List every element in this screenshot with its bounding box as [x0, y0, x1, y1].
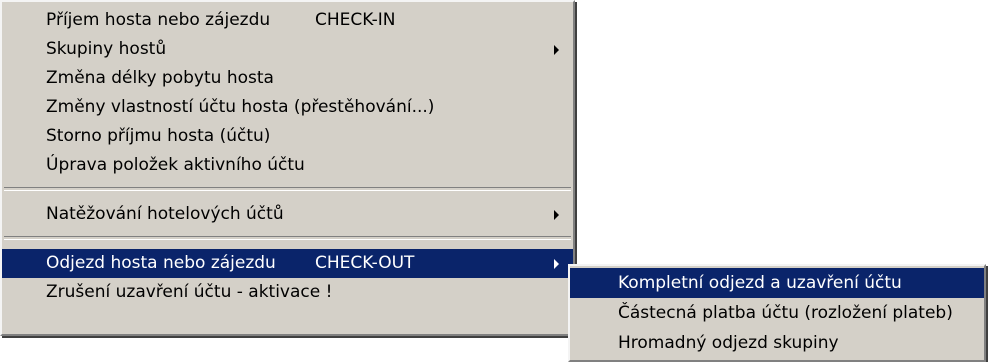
menu-item-change-stay-length[interactable]: Změna délky pobytu hosta — [2, 64, 573, 93]
menu-item-label: Zrušení uzavření účtu - aktivace ! — [46, 282, 333, 302]
menu-item-label: Hromadný odjezd skupiny — [618, 333, 839, 353]
menu-item-change-account-properties[interactable]: Změny vlastností účtu hosta (přestěhován… — [2, 93, 573, 122]
menu-item-label: Částecná platba účtu (rozložení plateb) — [618, 303, 953, 323]
menu-item-label: Skupiny hostů — [46, 39, 167, 59]
menu-item-guest-groups[interactable]: Skupiny hostů — [2, 35, 573, 64]
submenu-arrow-icon — [554, 210, 559, 220]
menu-item-edit-account-items[interactable]: Úprava položek aktivního účtu — [2, 151, 573, 180]
submenu-item-group-checkout[interactable]: Hromadný odjezd skupiny — [570, 328, 984, 358]
menu-item-label: Natěžování hotelových účtů — [46, 204, 284, 224]
submenu-arrow-icon — [554, 259, 559, 269]
screen: Příjem hosta nebo zájezdu CHECK-IN Skupi… — [0, 0, 992, 362]
context-menu: Příjem hosta nebo zájezdu CHECK-IN Skupi… — [0, 0, 575, 336]
menu-item-label: Kompletní odjezd a uzavření účtu — [618, 273, 902, 293]
menu-separator — [4, 236, 571, 240]
menu-item-label: Změna délky pobytu hosta — [46, 68, 274, 88]
submenu-item-full-checkout[interactable]: Kompletní odjezd a uzavření účtu — [570, 268, 984, 298]
menu-item-label: Příjem hosta nebo zájezdu — [46, 10, 271, 30]
menu-item-accelerator: CHECK-OUT — [315, 253, 415, 273]
menu-item-checkin[interactable]: Příjem hosta nebo zájezdu CHECK-IN — [2, 6, 573, 35]
menu-separator — [4, 187, 571, 191]
menu-item-cancel-checkin[interactable]: Storno příjmu hosta (účtu) — [2, 122, 573, 151]
menu-item-label: Storno příjmu hosta (účtu) — [46, 126, 271, 146]
menu-item-label: Změny vlastností účtu hosta (přestěhován… — [46, 97, 435, 117]
menu-item-checkout[interactable]: Odjezd hosta nebo zájezdu CHECK-OUT — [2, 249, 573, 278]
menu-item-label: Úprava položek aktivního účtu — [46, 155, 305, 175]
menu-item-charge-hotel-accounts[interactable]: Natěžování hotelových účtů — [2, 200, 573, 229]
menu-item-reopen-account[interactable]: Zrušení uzavření účtu - aktivace ! — [2, 278, 573, 307]
checkout-submenu: Kompletní odjezd a uzavření účtu Částecn… — [568, 264, 986, 362]
submenu-item-partial-payment[interactable]: Částecná platba účtu (rozložení plateb) — [570, 298, 984, 328]
submenu-arrow-icon — [554, 45, 559, 55]
menu-item-accelerator: CHECK-IN — [315, 10, 396, 30]
menu-item-label: Odjezd hosta nebo zájezdu — [46, 253, 276, 273]
